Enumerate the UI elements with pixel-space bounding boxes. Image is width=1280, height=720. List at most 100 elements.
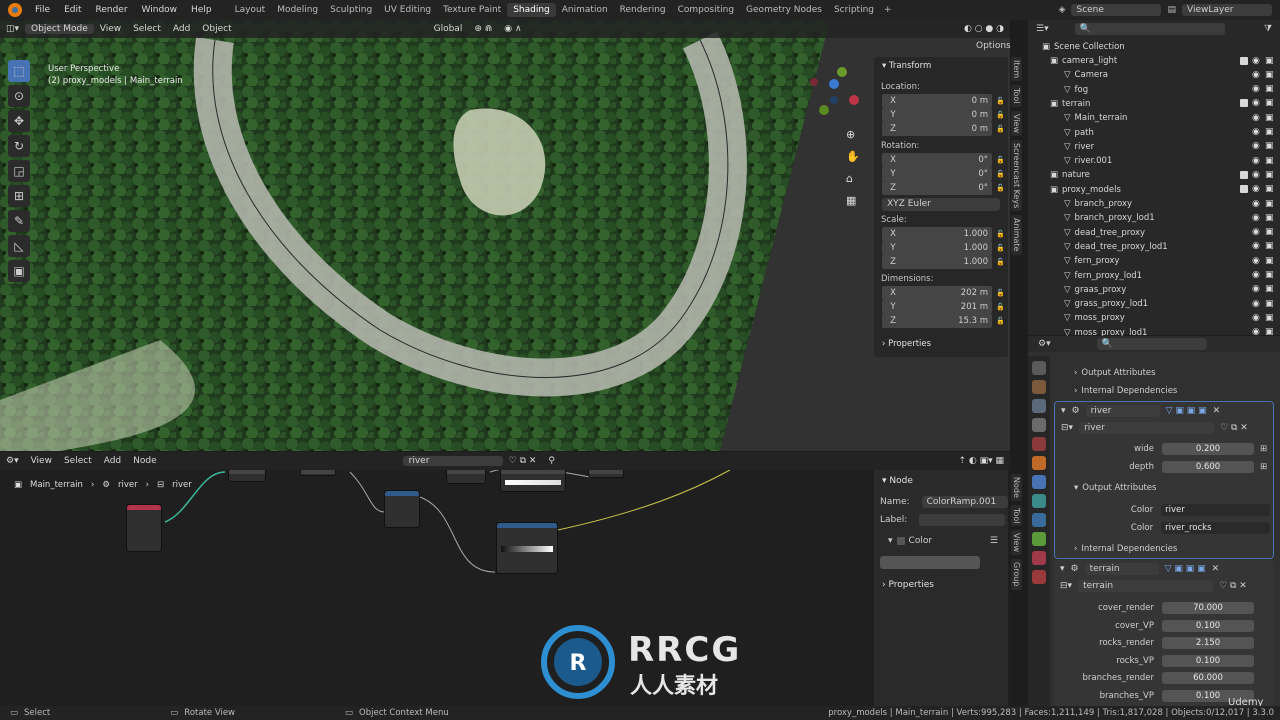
colorramp-node-selected[interactable] [496, 522, 558, 574]
eye-icon[interactable]: ◉ [1252, 128, 1261, 137]
output-attribute-field[interactable]: river [1161, 504, 1270, 516]
eye-icon[interactable]: ◉ [1252, 156, 1261, 166]
properties-panel-title[interactable]: › Properties [882, 339, 931, 349]
viewport-menu-view[interactable]: View [94, 24, 127, 34]
eye-icon[interactable]: ◉ [1252, 99, 1261, 108]
zoom-icon[interactable]: ⊕ [846, 124, 860, 146]
modifier-toggles-icon[interactable]: ▽ ▣ ▣ ▣ [1166, 406, 1207, 416]
eye-icon[interactable]: ◉ [1252, 142, 1261, 151]
profile-curve-node[interactable] [228, 468, 266, 482]
internal-dependencies-collapsed[interactable]: › Internal Dependencies [1070, 384, 1270, 398]
material-tab-icon[interactable] [1032, 551, 1046, 565]
node-tab-tool[interactable]: Tool [1011, 504, 1022, 527]
terrain-expand-icon[interactable]: ▾ [1060, 564, 1065, 574]
node-tab-group[interactable]: Group [1011, 559, 1022, 590]
pin-icon[interactable]: ⚲ [542, 456, 561, 466]
camera-render-icon[interactable]: ▣ [1265, 85, 1274, 94]
loc-x-field[interactable]: X 0 m 🔓 [882, 94, 1005, 108]
exclude-checkbox[interactable] [1240, 185, 1248, 194]
workspace-tab-sculpting[interactable]: Sculpting [324, 5, 378, 15]
eye-icon[interactable]: ◉ [1252, 285, 1261, 294]
eye-icon[interactable]: ◉ [1252, 85, 1261, 94]
modifier-input-value[interactable]: 0.100 [1162, 619, 1254, 632]
outliner-item[interactable]: ▽ graas_proxy ◉ ▣ [1028, 283, 1280, 297]
lock-icon[interactable]: 🔓 [996, 303, 1005, 311]
eye-icon[interactable]: ◉ [1252, 213, 1261, 223]
scene-icon[interactable]: ◈ [1059, 5, 1066, 15]
camera-render-icon[interactable]: ▣ [1265, 128, 1274, 137]
modifier-input-value[interactable]: 70.000 [1162, 602, 1254, 614]
lock-icon[interactable]: 🔓 [996, 170, 1005, 178]
modifier-tab-icon[interactable] [1032, 475, 1046, 489]
multiply-node[interactable] [384, 490, 420, 528]
outliner-item[interactable]: ▽ dead_tree_proxy ◉ ▣ [1028, 226, 1280, 240]
scene-field[interactable]: Scene [1071, 4, 1162, 16]
eye-icon[interactable]: ◉ [1252, 256, 1261, 266]
node-tree-actions-icon[interactable]: ♡ ⧉ ✕ [503, 456, 543, 466]
rot-x-field[interactable]: X 0° 🔓 [882, 153, 1005, 167]
dim-z-field[interactable]: Z 15.3 m 🔓 [882, 314, 1005, 328]
node-tab-view[interactable]: View [1011, 530, 1022, 556]
tab-view[interactable]: View [1011, 110, 1022, 136]
mode-select[interactable]: Object Mode [25, 24, 94, 34]
modifier-input-value[interactable]: 2.150 [1162, 637, 1254, 650]
particles-tab-icon[interactable] [1032, 494, 1046, 508]
transform-panel-title[interactable]: ▾ Transform [882, 61, 931, 71]
add-cube-icon[interactable]: ▣ [8, 260, 30, 282]
menu-file[interactable]: File [28, 5, 57, 15]
modifier-input-value[interactable]: 60.000 [1162, 672, 1254, 685]
camera-render-icon[interactable]: ▣ [1265, 199, 1274, 209]
camera-render-icon[interactable]: ▣ [1265, 185, 1274, 194]
menu-render[interactable]: Render [89, 5, 135, 15]
viewlayer-icon[interactable]: ▤ [1167, 5, 1176, 15]
breadcrumb-item-modifier[interactable]: river [118, 480, 138, 490]
close-icon[interactable]: ✕ [1213, 406, 1221, 416]
outliner-item[interactable]: ▽ fog ◉ ▣ [1028, 83, 1280, 97]
camera-view-icon[interactable]: ⌂ [846, 168, 860, 190]
exclude-checkbox[interactable] [1240, 99, 1248, 108]
render-tab-icon[interactable] [1032, 380, 1046, 394]
modifier-input-value[interactable]: 0.100 [1162, 654, 1254, 667]
camera-render-icon[interactable]: ▣ [1265, 142, 1274, 151]
node-name-field[interactable]: ColorRamp.001 [921, 496, 1008, 508]
lock-icon[interactable]: 🔓 [996, 125, 1005, 133]
outliner-item[interactable]: ▣ camera_light ◉ ▣ [1028, 54, 1280, 68]
river-output-attributes[interactable]: ▾ Output Attributes [1070, 481, 1270, 495]
rotation-mode-select[interactable]: XYZ Euler [882, 198, 1000, 211]
viewport-menu-select[interactable]: Select [127, 24, 167, 34]
lock-icon[interactable]: 🔓 [996, 111, 1005, 119]
color-expand-icon[interactable]: ▾ [888, 536, 893, 546]
node-view-toggles-icon[interactable]: ⇡ ◐ ▣▾ ▦ [952, 456, 1010, 466]
scl-y-field[interactable]: Y 1.000 🔓 [882, 241, 1005, 255]
camera-render-icon[interactable]: ▣ [1265, 56, 1274, 66]
node-panel-title[interactable]: ▾ Node [882, 476, 913, 486]
add-workspace-icon[interactable]: + [884, 5, 892, 15]
editor-type-icon[interactable]: ◫▾ [0, 24, 25, 34]
physics-tab-icon[interactable] [1032, 513, 1046, 527]
outliner-item[interactable]: ▣ proxy_models ◉ ▣ [1028, 183, 1280, 197]
eye-icon[interactable]: ◉ [1252, 56, 1261, 66]
eye-icon[interactable]: ◉ [1252, 170, 1261, 180]
expand-icon[interactable]: ▾ [1061, 406, 1066, 416]
node-label-field[interactable] [919, 514, 1006, 526]
colorramp-node-a[interactable] [500, 468, 566, 492]
terrain-modifier-name[interactable]: terrain [1084, 563, 1159, 575]
viewlayer-field[interactable]: ViewLayer [1182, 4, 1272, 16]
camera-render-icon[interactable]: ▣ [1265, 271, 1274, 280]
outliner-search-input[interactable]: 🔍 [1074, 23, 1225, 35]
terrain-node-group-field[interactable]: terrain [1078, 580, 1214, 592]
terrain-node-tree-icon[interactable]: ⊟▾ [1060, 581, 1072, 591]
workspace-tab-rendering[interactable]: Rendering [614, 5, 672, 15]
node-menu-add[interactable]: Add [98, 456, 127, 466]
node-tree-icon[interactable]: ⊟▾ [1061, 423, 1073, 433]
eye-icon[interactable]: ◉ [1252, 313, 1261, 323]
breadcrumb-item-tree[interactable]: river [172, 480, 192, 490]
viewport-menu-object[interactable]: Object [196, 24, 237, 34]
output-attributes-collapsed[interactable]: › Output Attributes [1070, 366, 1270, 380]
camera-render-icon[interactable]: ▣ [1265, 313, 1274, 323]
menu-help[interactable]: Help [184, 5, 219, 15]
workspace-tab-layout[interactable]: Layout [229, 5, 272, 15]
tab-screencast-keys[interactable]: Screencast Keys [1011, 139, 1022, 212]
viewport-menu-add[interactable]: Add [167, 24, 196, 34]
camera-render-icon[interactable]: ▣ [1265, 256, 1274, 266]
